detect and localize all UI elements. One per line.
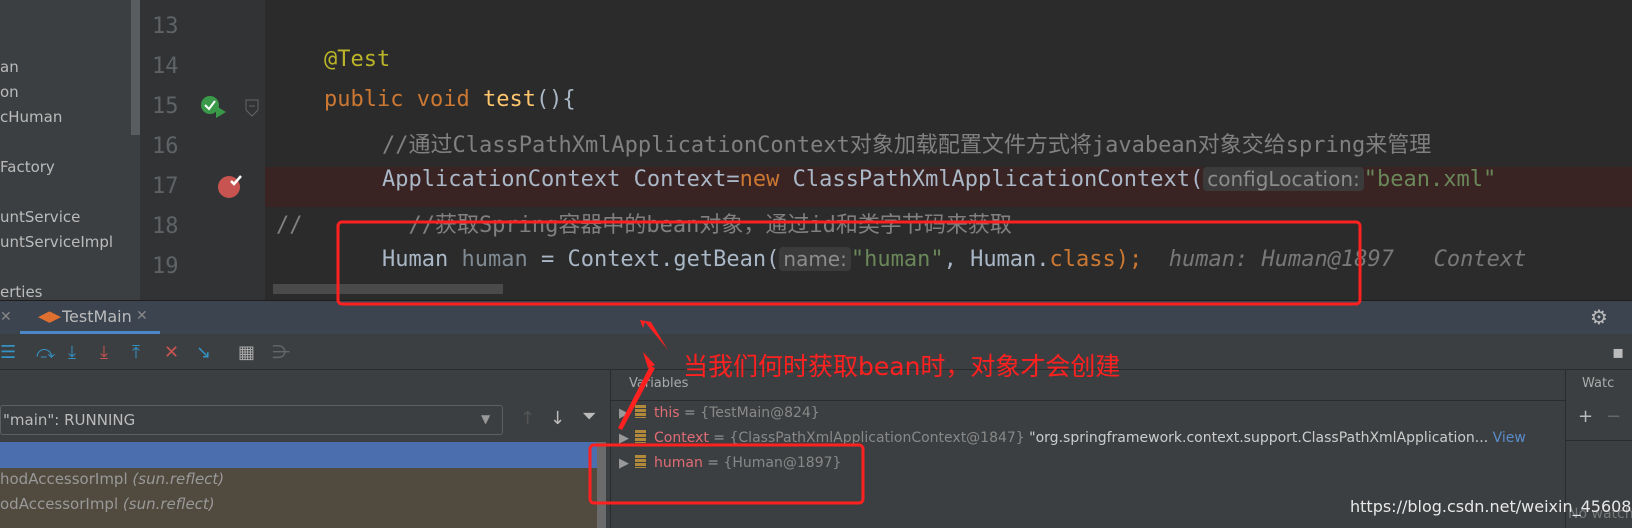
arrow-to-code-icon <box>640 320 668 350</box>
highlight-box-code <box>336 220 1362 306</box>
annotation-text: 当我们何时获取bean时，对象才会创建 <box>683 352 1121 381</box>
highlight-box-variable <box>588 443 865 505</box>
annotation-overlay <box>336 220 1362 505</box>
watermark: https://blog.csdn.net/weixin_45608165 <box>1350 497 1632 516</box>
arrow-to-variable-icon <box>618 352 655 430</box>
